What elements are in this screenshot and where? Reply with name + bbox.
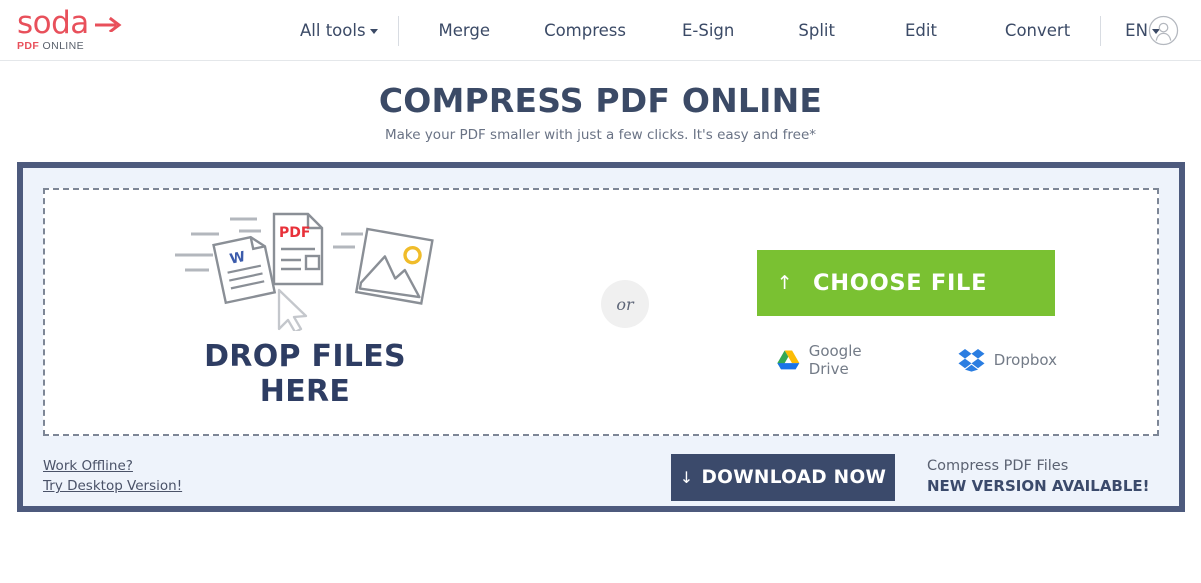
dropbox-source[interactable]: Dropbox <box>958 348 1057 372</box>
word-doc-icon: W <box>212 235 277 305</box>
page-title: COMPRESS PDF ONLINE <box>378 81 823 120</box>
choose-file-button[interactable]: ↑ CHOOSE FILE <box>757 250 1055 316</box>
or-divider-badge: or <box>601 280 649 328</box>
drop-files-here-label: DROP FILES HERE <box>204 339 406 409</box>
dropbox-icon <box>958 349 985 372</box>
promo-line-1: Compress PDF Files <box>927 458 1069 474</box>
site-header: soda PDF ONLINE All tools Merge Compress… <box>0 0 1201 61</box>
mouse-cursor-icon <box>277 288 308 331</box>
google-drive-label: Google Drive <box>808 342 862 378</box>
image-file-icon <box>354 227 434 305</box>
nav-divider-1 <box>397 15 399 46</box>
google-drive-source[interactable]: Google Drive <box>777 342 897 378</box>
dropbox-label: Dropbox <box>993 351 1057 369</box>
file-dropzone[interactable]: W PDF DROP FILES HERE or ↑ CHOOSE FILE G… <box>43 188 1159 436</box>
nav-item-e-sign[interactable]: E-Sign <box>682 21 734 40</box>
svg-text:PDF: PDF <box>279 225 310 241</box>
offline-links-group: Work Offline? Try Desktop Version! <box>43 456 182 496</box>
try-desktop-version-link[interactable]: Try Desktop Version! <box>43 476 182 496</box>
nav-item-convert[interactable]: Convert <box>1005 21 1070 40</box>
chevron-down-icon <box>369 29 378 34</box>
hero-section: COMPRESS PDF ONLINE Make your PDF smalle… <box>0 81 1201 143</box>
soda-pdf-logo[interactable]: soda PDF ONLINE <box>17 8 137 53</box>
work-offline-link[interactable]: Work Offline? <box>43 456 182 476</box>
upload-actions-column: ↑ CHOOSE FILE Google Drive Dropbox <box>757 250 1057 378</box>
or-label: or <box>616 294 634 314</box>
language-label: EN <box>1125 21 1148 40</box>
logo-tagline: PDF ONLINE <box>17 40 137 52</box>
cloud-sources-row: Google Drive Dropbox <box>757 342 1057 378</box>
user-avatar-icon[interactable] <box>1148 15 1179 46</box>
pdf-doc-icon: PDF <box>272 212 324 286</box>
page-subtitle: Make your PDF smaller with just a few cl… <box>384 127 817 143</box>
promo-line-2: NEW VERSION AVAILABLE! <box>927 477 1150 495</box>
download-now-label: DOWNLOAD NOW <box>701 467 887 488</box>
promo-text-block: Compress PDF Files NEW VERSION AVAILABLE… <box>927 456 1150 496</box>
nav-divider-2 <box>1100 15 1102 46</box>
nav-item-edit[interactable]: Edit <box>905 21 937 40</box>
arrow-right-icon <box>95 16 122 32</box>
panel-bottom-bar: Work Offline? Try Desktop Version! ↓ DOW… <box>23 446 1179 506</box>
google-drive-icon <box>777 350 800 370</box>
logo-tagline-pdf: PDF <box>17 40 40 52</box>
upload-panel: W PDF DROP FILES HERE or ↑ CHOOSE FILE G… <box>17 162 1185 512</box>
nav-item-all-tools[interactable]: All tools <box>300 21 378 40</box>
choose-file-label: CHOOSE FILE <box>813 270 988 296</box>
download-arrow-icon: ↓ <box>679 468 694 487</box>
svg-text:W: W <box>228 249 246 268</box>
nav-item-merge[interactable]: Merge <box>439 21 491 40</box>
logo-tagline-online: ONLINE <box>39 40 85 52</box>
upload-arrow-icon: ↑ <box>776 272 794 294</box>
nav-item-compress[interactable]: Compress <box>544 21 626 40</box>
dropzone-illustration-block: W PDF DROP FILES HERE <box>155 206 455 409</box>
file-types-illustration: W PDF <box>175 212 434 331</box>
download-now-button[interactable]: ↓ DOWNLOAD NOW <box>671 454 895 501</box>
main-navigation: All tools Merge Compress E-Sign Split Ed… <box>300 0 1160 61</box>
nav-label-all-tools: All tools <box>300 21 366 40</box>
nav-item-split[interactable]: Split <box>798 21 835 40</box>
